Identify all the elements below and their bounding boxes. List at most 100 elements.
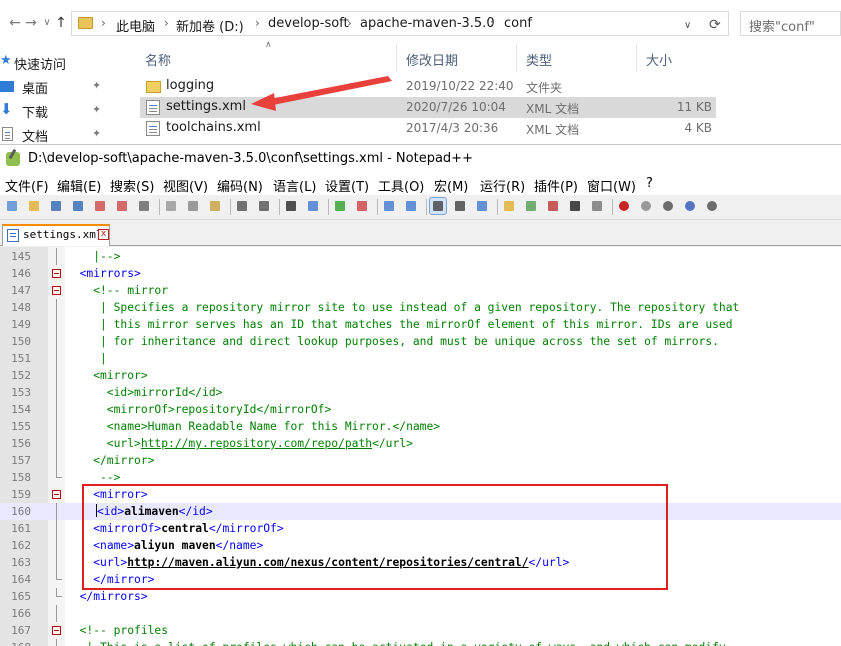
menu-settings[interactable]: 设置(T) xyxy=(325,176,369,195)
play-macro-icon[interactable] xyxy=(660,198,676,214)
column-type[interactable]: 类型 xyxy=(526,50,552,69)
menu-run[interactable]: 运行(R) xyxy=(480,176,525,195)
sidebar-item-downloads[interactable]: ⬇ 下载 ✦ xyxy=(0,100,110,122)
column-modified[interactable]: 修改日期 xyxy=(406,50,458,69)
menu-view[interactable]: 视图(V) xyxy=(163,176,208,195)
code-line[interactable]: 168 | This is a list of profiles which c… xyxy=(0,639,841,646)
column-divider[interactable] xyxy=(396,44,397,72)
close-all-icon[interactable] xyxy=(114,198,130,214)
code-line[interactable]: 146 <mirrors> xyxy=(0,265,841,282)
save-macro-icon[interactable] xyxy=(704,198,720,214)
menu-help[interactable]: ? xyxy=(646,176,653,191)
code-line[interactable]: 152 <mirror> xyxy=(0,367,841,384)
sidebar-item-desktop[interactable]: 桌面 ✦ xyxy=(0,76,110,98)
code-line[interactable]: 157 </mirror> xyxy=(0,452,841,469)
code-line[interactable]: 162 <name>aliyun maven</name> xyxy=(0,537,841,554)
code-line[interactable]: 153 <id>mirrorId</id> xyxy=(0,384,841,401)
menu-tools[interactable]: 工具(O) xyxy=(378,176,424,195)
close-icon[interactable] xyxy=(92,198,108,214)
breadcrumb-maven[interactable]: apache-maven-3.5.0 xyxy=(360,16,495,31)
folder-workspace-icon[interactable] xyxy=(567,198,583,214)
close-tab-icon[interactable]: x xyxy=(98,229,109,240)
fold-toggle-icon[interactable] xyxy=(52,269,61,278)
code-line[interactable]: 155 <name>Human Readable Name for this M… xyxy=(0,418,841,435)
cut-icon[interactable] xyxy=(163,198,179,214)
menu-edit[interactable]: 编辑(E) xyxy=(57,176,101,195)
address-bar[interactable]: › 此电脑 › 新加卷 (D:) › develop-soft › apache… xyxy=(71,11,729,36)
fold-toggle-icon[interactable] xyxy=(52,626,61,635)
record-macro-icon[interactable] xyxy=(616,198,632,214)
search-input[interactable]: 搜索"conf" xyxy=(740,11,841,36)
breadcrumb-this-pc[interactable]: 此电脑 xyxy=(116,16,155,35)
code-line[interactable]: 148 | Specifies a repository mirror site… xyxy=(0,299,841,316)
new-file-icon[interactable] xyxy=(4,198,20,214)
save-all-icon[interactable] xyxy=(70,198,86,214)
file-row-settings-xml[interactable]: settings.xml 2020/7/26 10:04 XML 文档 11 K… xyxy=(140,97,716,118)
address-history-chevron-icon[interactable]: ∨ xyxy=(684,20,691,31)
file-row-logging[interactable]: logging 2019/10/22 22:40 文件夹 xyxy=(140,76,716,97)
user-language-icon[interactable] xyxy=(501,198,517,214)
menu-search[interactable]: 搜索(S) xyxy=(110,176,154,195)
find-icon[interactable] xyxy=(283,198,299,214)
code-line[interactable]: 158 --> xyxy=(0,469,841,486)
code-line[interactable]: 167 <!-- profiles xyxy=(0,622,841,639)
column-divider[interactable] xyxy=(516,44,517,72)
indent-guide-icon[interactable] xyxy=(474,198,490,214)
copy-icon[interactable] xyxy=(185,198,201,214)
zoom-out-icon[interactable] xyxy=(354,198,370,214)
word-wrap-icon[interactable] xyxy=(429,197,447,215)
fold-toggle-icon[interactable] xyxy=(52,490,61,499)
pin-icon[interactable]: ✦ xyxy=(92,127,101,140)
up-arrow-icon[interactable]: ↑ xyxy=(52,14,70,32)
zoom-in-icon[interactable] xyxy=(332,198,348,214)
print-icon[interactable] xyxy=(136,198,152,214)
doc-map-icon[interactable] xyxy=(523,198,539,214)
code-line[interactable]: 154 <mirrorOf>repositoryId</mirrorOf> xyxy=(0,401,841,418)
file-row-toolchains-xml[interactable]: toolchains.xml 2017/4/3 20:36 XML 文档 4 K… xyxy=(140,118,716,139)
code-line[interactable]: 160 <id>alimaven</id> xyxy=(0,503,841,520)
code-line[interactable]: 161 <mirrorOf>central</mirrorOf> xyxy=(0,520,841,537)
breadcrumb-conf[interactable]: conf xyxy=(504,16,532,31)
sync-horizontal-icon[interactable] xyxy=(403,198,419,214)
sidebar-item-documents[interactable]: 文档 ✦ xyxy=(0,124,110,146)
code-line[interactable]: 164 </mirror> xyxy=(0,571,841,588)
column-name[interactable]: 名称 xyxy=(145,50,171,69)
code-line[interactable]: 151 | xyxy=(0,350,841,367)
open-file-icon[interactable] xyxy=(26,198,42,214)
code-line[interactable]: 159 <mirror> xyxy=(0,486,841,503)
save-icon[interactable] xyxy=(48,198,64,214)
column-divider[interactable] xyxy=(636,44,637,72)
code-line[interactable]: 149 | this mirror serves has an ID that … xyxy=(0,316,841,333)
function-list-icon[interactable] xyxy=(545,198,561,214)
sidebar-item-quick-access[interactable]: ★ 快速访问 xyxy=(0,52,110,74)
run-macro-multiple-icon[interactable] xyxy=(682,198,698,214)
pin-icon[interactable]: ✦ xyxy=(92,79,101,92)
show-all-chars-icon[interactable] xyxy=(452,198,468,214)
menu-file[interactable]: 文件(F) xyxy=(5,176,49,195)
replace-icon[interactable] xyxy=(305,198,321,214)
stop-record-icon[interactable] xyxy=(638,198,654,214)
menu-language[interactable]: 语言(L) xyxy=(273,176,316,195)
pin-icon[interactable]: ✦ xyxy=(92,103,101,116)
menu-plugins[interactable]: 插件(P) xyxy=(534,176,578,195)
code-line[interactable]: 156 <url>http://my.repository.com/repo/p… xyxy=(0,435,841,452)
breadcrumb-develop-soft[interactable]: develop-soft xyxy=(268,16,349,31)
code-line[interactable]: 147 <!-- mirror xyxy=(0,282,841,299)
fold-toggle-icon[interactable] xyxy=(52,286,61,295)
monitoring-icon[interactable] xyxy=(589,198,605,214)
menu-encoding[interactable]: 编码(N) xyxy=(217,176,263,195)
code-line[interactable]: 163 <url>http://maven.aliyun.com/nexus/c… xyxy=(0,554,841,571)
menu-window[interactable]: 窗口(W) xyxy=(587,176,636,195)
tab-settings-xml[interactable]: settings.xml x xyxy=(2,224,110,246)
undo-icon[interactable] xyxy=(234,198,250,214)
column-size[interactable]: 大小 xyxy=(646,50,672,69)
code-line[interactable]: 145 |--> xyxy=(0,248,841,265)
breadcrumb-drive[interactable]: 新加卷 (D:) xyxy=(176,16,244,35)
paste-icon[interactable] xyxy=(207,198,223,214)
sync-vertical-icon[interactable] xyxy=(381,198,397,214)
code-line[interactable]: 166 xyxy=(0,605,841,622)
code-line[interactable]: 150 | for inheritance and direct lookup … xyxy=(0,333,841,350)
redo-icon[interactable] xyxy=(256,198,272,214)
menu-macro[interactable]: 宏(M) xyxy=(434,176,468,195)
code-line[interactable]: 165 </mirrors> xyxy=(0,588,841,605)
